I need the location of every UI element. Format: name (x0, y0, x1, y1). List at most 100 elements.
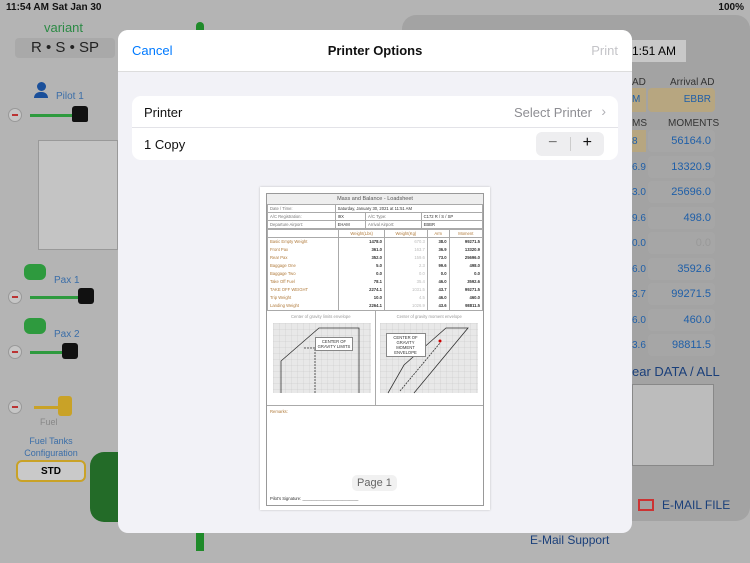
table-row: TAKE OFF WEIGHT 2274.1 1031.5 43.7 99271.5 (266, 285, 484, 294)
table-cell: 352.0 (338, 253, 385, 262)
copies-label: 1 Copy (144, 137, 186, 152)
date-label: Date / Time: (267, 204, 336, 213)
email-file-button[interactable]: E-MAIL FILE (662, 498, 730, 512)
table-cell: Baggage One (266, 261, 340, 270)
time-readout: 1:51 AM (632, 40, 686, 62)
cg-chart-thumbnail (632, 384, 714, 466)
table-cell: 99271.5 (448, 285, 484, 294)
table-cell: 1026.9 (383, 301, 428, 310)
variant-selector[interactable]: R • S • SP (15, 38, 115, 58)
aircraft-wing (90, 452, 118, 522)
table-cell: 38.0 (426, 237, 450, 246)
copies-row: 1 Copy − + (132, 128, 618, 160)
table-row: Baggage One 5.0 2.3 99.6 498.0 (266, 261, 484, 270)
printer-label: Printer (144, 105, 183, 120)
moment-value[interactable]: 13320.9 (648, 155, 715, 178)
table-cell: 43.7 (426, 285, 450, 294)
table-row: Basic Empty Weight 1478.0 670.3 38.0 99271.5 (266, 237, 484, 246)
moment-value[interactable]: 0.0 (648, 232, 715, 254)
moment-value[interactable]: 56164.0 (648, 130, 715, 152)
moment-value[interactable]: 25696.0 (648, 181, 715, 203)
cg-moment-chart: Center of gravity moment envelope CENTER… (376, 311, 484, 405)
printer-options-sheet: Cancel Printer Options Print Printer Sel… (118, 30, 632, 533)
moment-value[interactable]: 98811.5 (648, 334, 715, 356)
table-cell: Baggage Two (266, 269, 340, 278)
arm-value[interactable]: 3.6 (632, 334, 646, 356)
loadsheet-header-table: Date / Time: Saturday, January 30, 2021 a… (267, 204, 484, 229)
pax1-slider[interactable] (30, 296, 85, 299)
variant-label: variant (44, 20, 84, 35)
pilot1-slider[interactable] (30, 114, 75, 117)
table-cell: 36.9 (426, 245, 450, 254)
column-header: Weight(Kg) (383, 229, 428, 238)
pax1-minus-button[interactable] (8, 290, 22, 304)
table-cell: 4.5 (383, 293, 428, 302)
departure-ad-field[interactable]: M (632, 88, 646, 112)
fuel-slider[interactable] (34, 406, 60, 409)
table-cell: 361.0 (338, 245, 385, 254)
table-cell: 10.0 (338, 293, 385, 302)
fuel-minus-button[interactable] (8, 400, 22, 414)
clear-data-button[interactable]: ear DATA / ALL (632, 364, 720, 379)
loadsheet-title: Mass and Balance - Loadsheet (267, 194, 483, 204)
table-cell: 460.0 (448, 293, 484, 302)
weight-icon[interactable] (78, 288, 94, 304)
arm-value[interactable]: 3.0 (632, 181, 646, 203)
email-icon (638, 499, 654, 511)
moment-value[interactable]: 99271.5 (648, 283, 715, 305)
table-cell: Take Off Fuel (266, 277, 340, 286)
arm-value[interactable]: 6.0 (632, 309, 646, 331)
table-cell: Trip Weight (266, 293, 340, 302)
date-value: Saturday, January 30, 2021 at 11:51 AM (334, 204, 484, 213)
table-cell: 43.6 (426, 301, 450, 310)
arm-value[interactable]: 8 (632, 130, 646, 152)
chart1-title: Center of gravity limits envelope (290, 313, 351, 319)
weights-table: Weight(Lbs) Weight(Kg) Arm Moment Basic Empt… (266, 229, 484, 310)
arm-value[interactable]: 6.9 (632, 156, 646, 178)
moment-value[interactable]: 3592.6 (648, 257, 715, 280)
weight-icon[interactable] (62, 343, 78, 359)
table-cell: 2264.1 (338, 301, 385, 310)
table-cell: 2.3 (383, 261, 428, 270)
copies-stepper[interactable]: − + (536, 132, 604, 156)
print-preview-page[interactable]: Mass and Balance - Loadsheet Date / Time… (260, 187, 490, 510)
decrement-button[interactable]: − (536, 132, 570, 156)
column-header: Moment (448, 229, 484, 238)
pilot1-minus-button[interactable] (8, 108, 22, 122)
arr-label: Arrival Airport: (365, 220, 422, 229)
printer-row[interactable]: Printer Select Printer › (132, 96, 618, 128)
email-support-link[interactable]: E-Mail Support (530, 533, 609, 547)
table-cell: 99.6 (426, 261, 450, 270)
table-cell: 35.4 (383, 277, 428, 286)
pilot-icon (34, 82, 48, 98)
column-header: Weight(Lbs) (338, 229, 385, 238)
table-cell: 159.6 (383, 253, 428, 262)
fuel-tanks-button[interactable]: STD (16, 460, 86, 482)
arm-value[interactable]: 6.0 (632, 258, 646, 280)
column-header (266, 229, 340, 238)
increment-button[interactable]: + (571, 132, 605, 156)
weight-icon[interactable] (72, 106, 88, 122)
moment-value[interactable]: 498.0 (648, 206, 715, 229)
dep-label: Departure Airport: (267, 220, 336, 229)
signature-label: Pilot's Signature: (270, 495, 302, 501)
arm-value[interactable]: 0.0 (632, 232, 646, 254)
arm-value[interactable]: 3.7 (632, 283, 646, 305)
arrival-ad-field[interactable]: EBBR (648, 88, 715, 112)
table-cell: 73.0 (426, 253, 450, 262)
table-cell: 25696.0 (448, 253, 484, 262)
fuel-pump-icon[interactable] (58, 396, 72, 416)
table-cell: 5.0 (338, 261, 385, 270)
pax2-minus-button[interactable] (8, 345, 22, 359)
pilot1-label: Pilot 1 (56, 91, 84, 102)
arm-value[interactable]: 9.6 (632, 207, 646, 229)
print-button[interactable]: Print (591, 43, 618, 58)
table-cell: Front Pax (266, 245, 340, 254)
pax2-label: Pax 2 (54, 329, 80, 340)
moment-value[interactable]: 460.0 (648, 308, 715, 331)
table-cell: 163.7 (383, 245, 428, 254)
table-cell: Basic Empty Weight (266, 237, 340, 246)
table-cell: 13320.9 (448, 245, 484, 254)
table-row: Landing Weight 2264.1 1026.9 43.6 98811.5 (266, 301, 484, 310)
table-cell: Rear Pax (266, 253, 340, 262)
